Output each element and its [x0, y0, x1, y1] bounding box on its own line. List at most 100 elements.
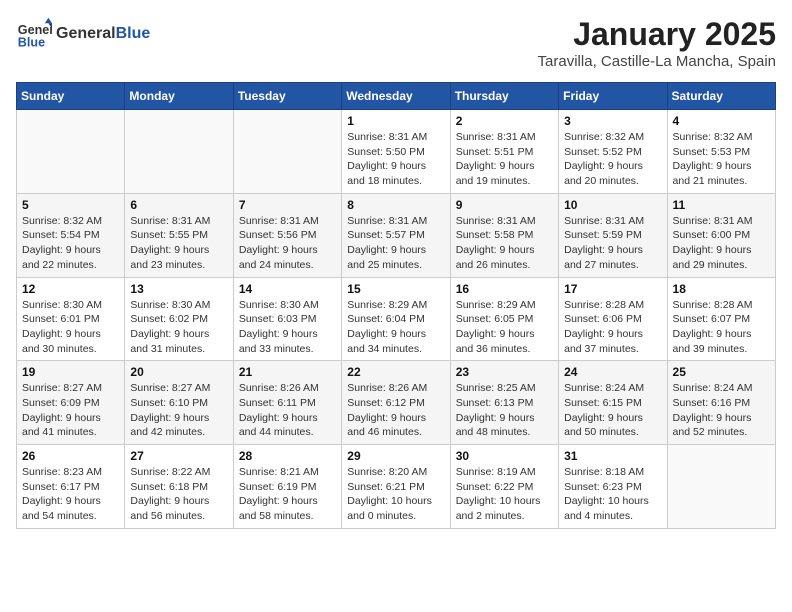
day-info: Sunrise: 8:31 AMSunset: 5:51 PMDaylight:…: [456, 130, 553, 189]
sunset-text: Sunset: 6:12 PM: [347, 396, 444, 411]
daylight-text: Daylight: 9 hours and 56 minutes.: [130, 494, 227, 523]
sunrise-text: Sunrise: 8:31 AM: [456, 130, 553, 145]
day-info: Sunrise: 8:29 AMSunset: 6:05 PMDaylight:…: [456, 298, 553, 357]
sunset-text: Sunset: 6:07 PM: [673, 312, 770, 327]
day-number: 19: [22, 365, 119, 379]
day-cell: 19Sunrise: 8:27 AMSunset: 6:09 PMDayligh…: [17, 361, 125, 445]
sunrise-text: Sunrise: 8:28 AM: [564, 298, 661, 313]
day-info: Sunrise: 8:29 AMSunset: 6:04 PMDaylight:…: [347, 298, 444, 357]
day-number: 8: [347, 198, 444, 212]
sunset-text: Sunset: 6:19 PM: [239, 480, 336, 495]
sunrise-text: Sunrise: 8:18 AM: [564, 465, 661, 480]
weekday-header-row: SundayMondayTuesdayWednesdayThursdayFrid…: [17, 83, 776, 110]
daylight-text: Daylight: 9 hours and 37 minutes.: [564, 327, 661, 356]
daylight-text: Daylight: 9 hours and 26 minutes.: [456, 243, 553, 272]
day-number: 24: [564, 365, 661, 379]
day-info: Sunrise: 8:31 AMSunset: 5:50 PMDaylight:…: [347, 130, 444, 189]
daylight-text: Daylight: 9 hours and 48 minutes.: [456, 411, 553, 440]
day-number: 29: [347, 449, 444, 463]
sunrise-text: Sunrise: 8:30 AM: [130, 298, 227, 313]
daylight-text: Daylight: 9 hours and 52 minutes.: [673, 411, 770, 440]
sunset-text: Sunset: 5:51 PM: [456, 145, 553, 160]
day-info: Sunrise: 8:32 AMSunset: 5:54 PMDaylight:…: [22, 214, 119, 273]
sunset-text: Sunset: 5:50 PM: [347, 145, 444, 160]
sunrise-text: Sunrise: 8:30 AM: [239, 298, 336, 313]
day-cell: 7Sunrise: 8:31 AMSunset: 5:56 PMDaylight…: [233, 193, 341, 277]
sunrise-text: Sunrise: 8:28 AM: [673, 298, 770, 313]
daylight-text: Daylight: 9 hours and 50 minutes.: [564, 411, 661, 440]
day-number: 18: [673, 282, 770, 296]
day-info: Sunrise: 8:18 AMSunset: 6:23 PMDaylight:…: [564, 465, 661, 524]
day-cell: 13Sunrise: 8:30 AMSunset: 6:02 PMDayligh…: [125, 277, 233, 361]
day-cell: 22Sunrise: 8:26 AMSunset: 6:12 PMDayligh…: [342, 361, 450, 445]
sunset-text: Sunset: 5:52 PM: [564, 145, 661, 160]
day-cell: 15 Sunrise: 8:29 AMSunset: 6:04 PMDayligh…: [342, 277, 450, 361]
week-row-3: 12 Sunrise: 8:30 AMSunset: 6:01 PMDayligh…: [17, 277, 776, 361]
sunset-text: Sunset: 6:15 PM: [564, 396, 661, 411]
sunset-text: Sunset: 6:22 PM: [456, 480, 553, 495]
day-cell: 30Sunrise: 8:19 AMSunset: 6:22 PMDayligh…: [450, 445, 558, 529]
day-cell: 6Sunrise: 8:31 AMSunset: 5:55 PMDaylight…: [125, 193, 233, 277]
day-number: 14: [239, 282, 336, 296]
sunrise-text: Sunrise: 8:32 AM: [673, 130, 770, 145]
daylight-text: Daylight: 9 hours and 18 minutes.: [347, 159, 444, 188]
daylight-text: Daylight: 9 hours and 19 minutes.: [456, 159, 553, 188]
day-number: 7: [239, 198, 336, 212]
day-number: 2: [456, 114, 553, 128]
day-cell: [233, 110, 341, 194]
day-number: 1: [347, 114, 444, 128]
day-cell: 16 Sunrise: 8:29 AMSunset: 6:05 PMDayligh…: [450, 277, 558, 361]
day-cell: [667, 445, 775, 529]
day-number: 20: [130, 365, 227, 379]
day-info: Sunrise: 8:24 AMSunset: 6:15 PMDaylight:…: [564, 381, 661, 440]
daylight-text: Daylight: 10 hours and 0 minutes.: [347, 494, 444, 523]
day-cell: 24 Sunrise: 8:24 AMSunset: 6:15 PMDayligh…: [559, 361, 667, 445]
daylight-text: Daylight: 9 hours and 23 minutes.: [130, 243, 227, 272]
day-number: 16: [456, 282, 553, 296]
day-info: Sunrise: 8:25 AMSunset: 6:13 PMDaylight:…: [456, 381, 553, 440]
week-row-1: 1Sunrise: 8:31 AMSunset: 5:50 PMDaylight…: [17, 110, 776, 194]
sunset-text: Sunset: 6:23 PM: [564, 480, 661, 495]
day-number: 15: [347, 282, 444, 296]
day-cell: 10 Sunrise: 8:31 AMSunset: 5:59 PMDayligh…: [559, 193, 667, 277]
day-info: Sunrise: 8:32 AMSunset: 5:52 PMDaylight:…: [564, 130, 661, 189]
day-cell: 9Sunrise: 8:31 AMSunset: 5:58 PMDaylight…: [450, 193, 558, 277]
day-info: Sunrise: 8:21 AMSunset: 6:19 PMDaylight:…: [239, 465, 336, 524]
day-number: 28: [239, 449, 336, 463]
sunrise-text: Sunrise: 8:32 AM: [22, 214, 119, 229]
day-number: 26: [22, 449, 119, 463]
day-number: 21: [239, 365, 336, 379]
day-cell: 14 Sunrise: 8:30 AMSunset: 6:03 PMDayligh…: [233, 277, 341, 361]
day-info: Sunrise: 8:30 AMSunset: 6:03 PMDaylight:…: [239, 298, 336, 357]
daylight-text: Daylight: 9 hours and 33 minutes.: [239, 327, 336, 356]
day-info: Sunrise: 8:26 AMSunset: 6:12 PMDaylight:…: [347, 381, 444, 440]
day-number: 31: [564, 449, 661, 463]
day-cell: 29 Sunrise: 8:20 AMSunset: 6:21 PMDayligh…: [342, 445, 450, 529]
logo: General Blue GeneralBlue: [16, 16, 150, 52]
daylight-text: Daylight: 9 hours and 22 minutes.: [22, 243, 119, 272]
day-info: Sunrise: 8:26 AMSunset: 6:11 PMDaylight:…: [239, 381, 336, 440]
day-info: Sunrise: 8:31 AMSunset: 5:59 PMDaylight:…: [564, 214, 661, 273]
day-info: Sunrise: 8:30 AMSunset: 6:01 PMDaylight:…: [22, 298, 119, 357]
daylight-text: Daylight: 9 hours and 42 minutes.: [130, 411, 227, 440]
daylight-text: Daylight: 9 hours and 30 minutes.: [22, 327, 119, 356]
day-cell: 3Sunrise: 8:32 AMSunset: 5:52 PMDaylight…: [559, 110, 667, 194]
day-number: 10: [564, 198, 661, 212]
sunrise-text: Sunrise: 8:25 AM: [456, 381, 553, 396]
day-cell: 21 Sunrise: 8:26 AMSunset: 6:11 PMDayligh…: [233, 361, 341, 445]
daylight-text: Daylight: 9 hours and 21 minutes.: [673, 159, 770, 188]
day-cell: 8Sunrise: 8:31 AMSunset: 5:57 PMDaylight…: [342, 193, 450, 277]
day-info: Sunrise: 8:20 AMSunset: 6:21 PMDaylight:…: [347, 465, 444, 524]
sunset-text: Sunset: 6:03 PM: [239, 312, 336, 327]
day-info: Sunrise: 8:24 AMSunset: 6:16 PMDaylight:…: [673, 381, 770, 440]
day-cell: 18Sunrise: 8:28 AMSunset: 6:07 PMDayligh…: [667, 277, 775, 361]
day-number: 12: [22, 282, 119, 296]
day-cell: 31 Sunrise: 8:18 AMSunset: 6:23 PMDayligh…: [559, 445, 667, 529]
calendar-table: SundayMondayTuesdayWednesdayThursdayFrid…: [16, 82, 776, 529]
weekday-header-monday: Monday: [125, 83, 233, 110]
sunset-text: Sunset: 6:13 PM: [456, 396, 553, 411]
day-info: Sunrise: 8:23 AMSunset: 6:17 PMDaylight:…: [22, 465, 119, 524]
sunrise-text: Sunrise: 8:29 AM: [347, 298, 444, 313]
week-row-2: 5Sunrise: 8:32 AMSunset: 5:54 PMDaylight…: [17, 193, 776, 277]
week-row-5: 26 Sunrise: 8:23 AMSunset: 6:17 PMDayligh…: [17, 445, 776, 529]
